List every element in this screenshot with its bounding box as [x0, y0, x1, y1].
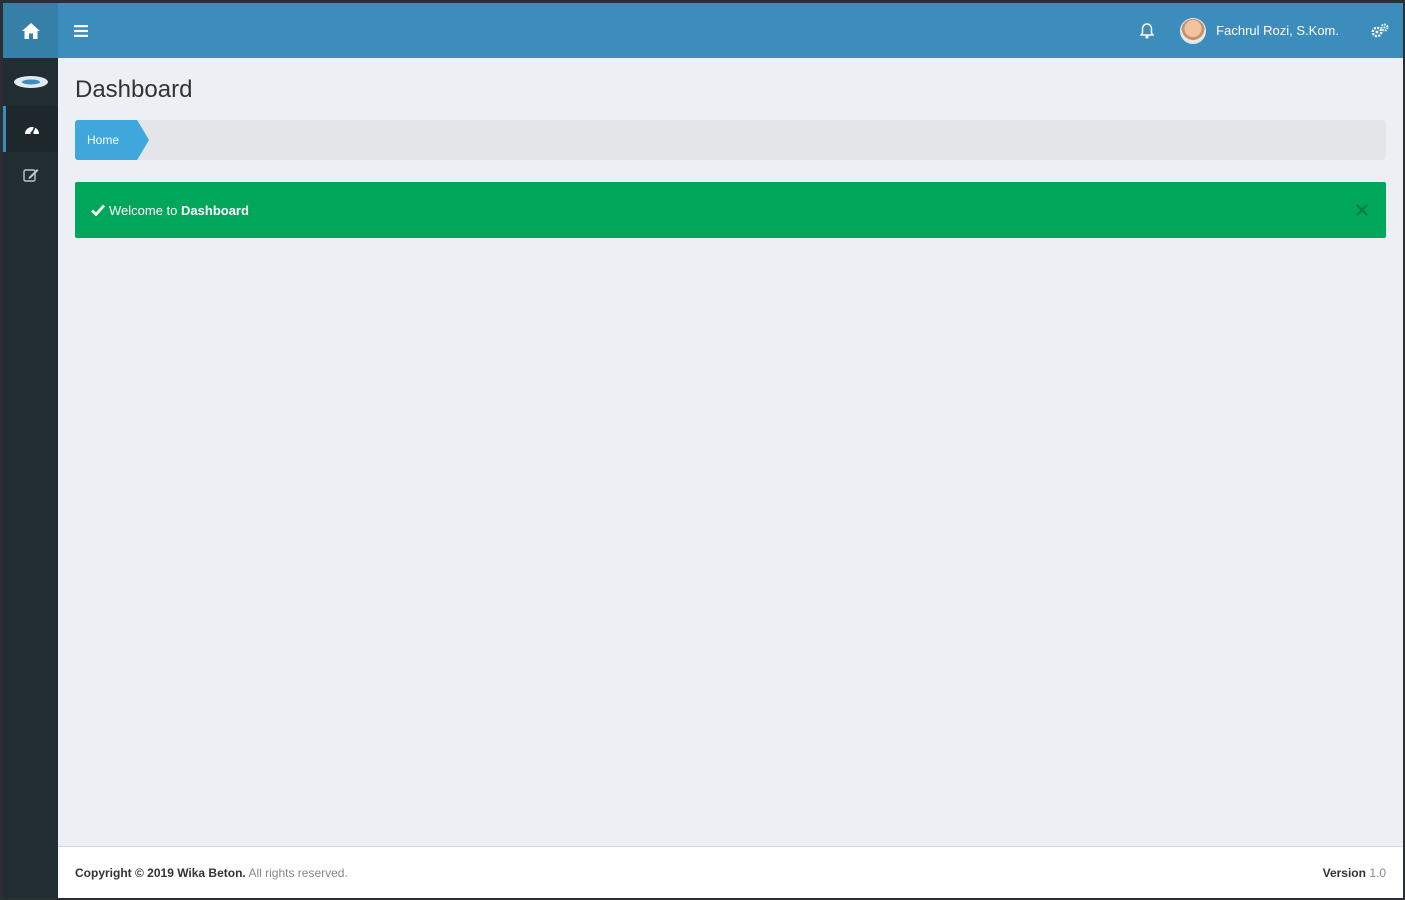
content-wrapper: Dashboard Home Welcome to Dashboard	[58, 58, 1403, 846]
version-label: Version	[1322, 865, 1366, 880]
copyright: Copyright © 2019 Wika Beton. All rights …	[75, 866, 348, 880]
copyright-rest: All rights reserved.	[248, 865, 348, 880]
page-title: Dashboard	[75, 76, 193, 103]
gears-icon	[1371, 23, 1389, 37]
top-navbar: Fachrul Rozi, S.Kom.	[3, 3, 1403, 58]
alert-close-button[interactable]	[1356, 204, 1368, 216]
sidebar-item-edit[interactable]	[3, 152, 58, 198]
version-value: 1.0	[1369, 865, 1386, 880]
notifications-button[interactable]	[1126, 3, 1180, 58]
breadcrumb-item-home[interactable]: Home	[75, 120, 149, 160]
dashboard-icon	[25, 126, 39, 135]
hamburger-menu-icon	[73, 24, 88, 37]
check-icon	[91, 204, 105, 216]
close-icon	[1356, 204, 1368, 216]
brand-logo-icon	[13, 76, 48, 88]
bell-icon	[1140, 22, 1155, 39]
edit-icon	[22, 169, 38, 182]
alert-emphasis: Dashboard	[181, 202, 249, 218]
sidebar	[3, 58, 58, 898]
alert-message: Welcome to Dashboard	[109, 203, 249, 218]
version-info: Version 1.0	[1323, 866, 1386, 880]
main-footer: Copyright © 2019 Wika Beton. All rights …	[58, 846, 1403, 898]
home-button[interactable]	[3, 3, 58, 58]
home-icon	[21, 22, 40, 39]
navbar-right: Fachrul Rozi, S.Kom.	[1126, 3, 1403, 58]
avatar	[1180, 17, 1207, 44]
user-name: Fachrul Rozi, S.Kom.	[1216, 23, 1339, 38]
user-menu[interactable]: Fachrul Rozi, S.Kom.	[1180, 3, 1357, 58]
control-sidebar-button[interactable]	[1357, 3, 1403, 58]
copyright-bold: Copyright © 2019 Wika Beton.	[75, 865, 246, 880]
app-window: Fachrul Rozi, S.Kom. Dashboard Home Welc…	[3, 3, 1403, 898]
success-alert: Welcome to Dashboard	[75, 182, 1386, 238]
breadcrumb: Home	[75, 120, 1386, 160]
sidebar-toggle-button[interactable]	[58, 3, 103, 58]
sidebar-brand	[3, 58, 58, 106]
sidebar-item-dashboard[interactable]	[3, 106, 58, 152]
alert-prefix: Welcome to	[109, 202, 178, 218]
